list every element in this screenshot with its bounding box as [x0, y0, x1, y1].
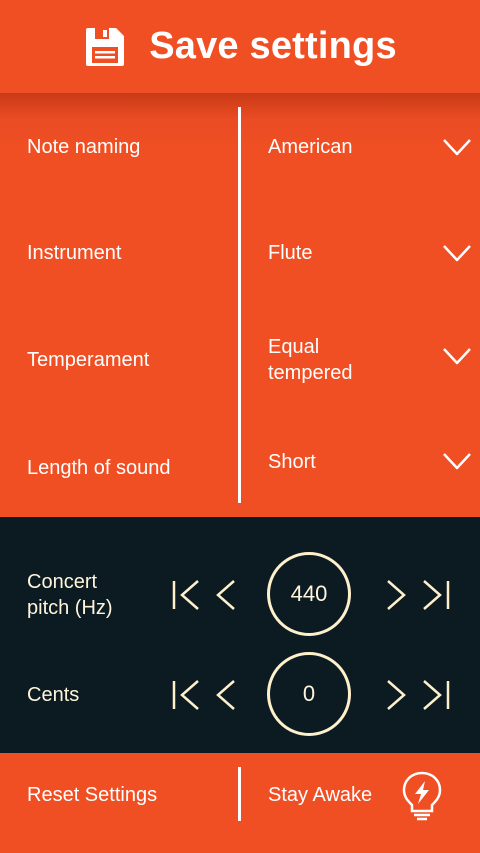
stay-awake-button[interactable]: Stay Awake: [268, 773, 372, 817]
skip-forward-icon[interactable]: [420, 677, 454, 713]
footer-divider: [238, 767, 241, 821]
pitch-panel: Concert pitch (Hz) 440 Cents 0: [0, 517, 480, 753]
setting-value[interactable]: American: [268, 117, 428, 177]
setting-row-length-of-sound[interactable]: Length of sound Short: [0, 438, 480, 498]
chevron-down-icon[interactable]: [441, 131, 473, 163]
concert-pitch-label: Concert pitch (Hz): [27, 571, 113, 619]
cents-label: Cents: [27, 684, 80, 706]
setting-row-instrument[interactable]: Instrument Flute: [0, 223, 480, 283]
setting-value[interactable]: Short: [268, 432, 428, 492]
page-title[interactable]: Save settings: [149, 25, 397, 68]
setting-label: Note naming: [27, 135, 141, 158]
chevron-down-icon[interactable]: [441, 340, 473, 372]
settings-list: Note naming American Instrument Flute Te…: [0, 93, 480, 517]
step-forward-icon[interactable]: [382, 677, 416, 713]
setting-value[interactable]: Flute: [268, 223, 428, 283]
cents-stepper: Cents 0: [0, 647, 480, 743]
setting-row-temperament[interactable]: Temperament Equal tempered: [0, 330, 480, 390]
chevron-down-icon[interactable]: [441, 445, 473, 477]
setting-row-note-naming[interactable]: Note naming American: [0, 117, 480, 177]
setting-label: Temperament: [27, 348, 150, 371]
reset-settings-button[interactable]: Reset Settings: [27, 773, 157, 817]
step-back-icon[interactable]: [212, 677, 246, 713]
concert-pitch-value[interactable]: 440: [267, 552, 351, 636]
footer-bar: Reset Settings Stay Awake: [0, 753, 480, 853]
step-back-icon[interactable]: [212, 577, 246, 613]
floppy-disk-icon: [86, 27, 125, 66]
save-settings-header[interactable]: Save settings: [0, 0, 480, 93]
skip-back-icon[interactable]: [170, 677, 204, 713]
setting-value[interactable]: Equal tempered: [268, 330, 378, 390]
lightbulb-bolt-icon[interactable]: [398, 769, 446, 825]
concert-pitch-stepper: Concert pitch (Hz) 440: [0, 547, 480, 643]
cents-value[interactable]: 0: [267, 652, 351, 736]
skip-forward-icon[interactable]: [420, 577, 454, 613]
step-forward-icon[interactable]: [382, 577, 416, 613]
setting-label: Length of sound: [27, 456, 171, 479]
chevron-down-icon[interactable]: [441, 237, 473, 269]
setting-label: Instrument: [27, 241, 122, 264]
skip-back-icon[interactable]: [170, 577, 204, 613]
